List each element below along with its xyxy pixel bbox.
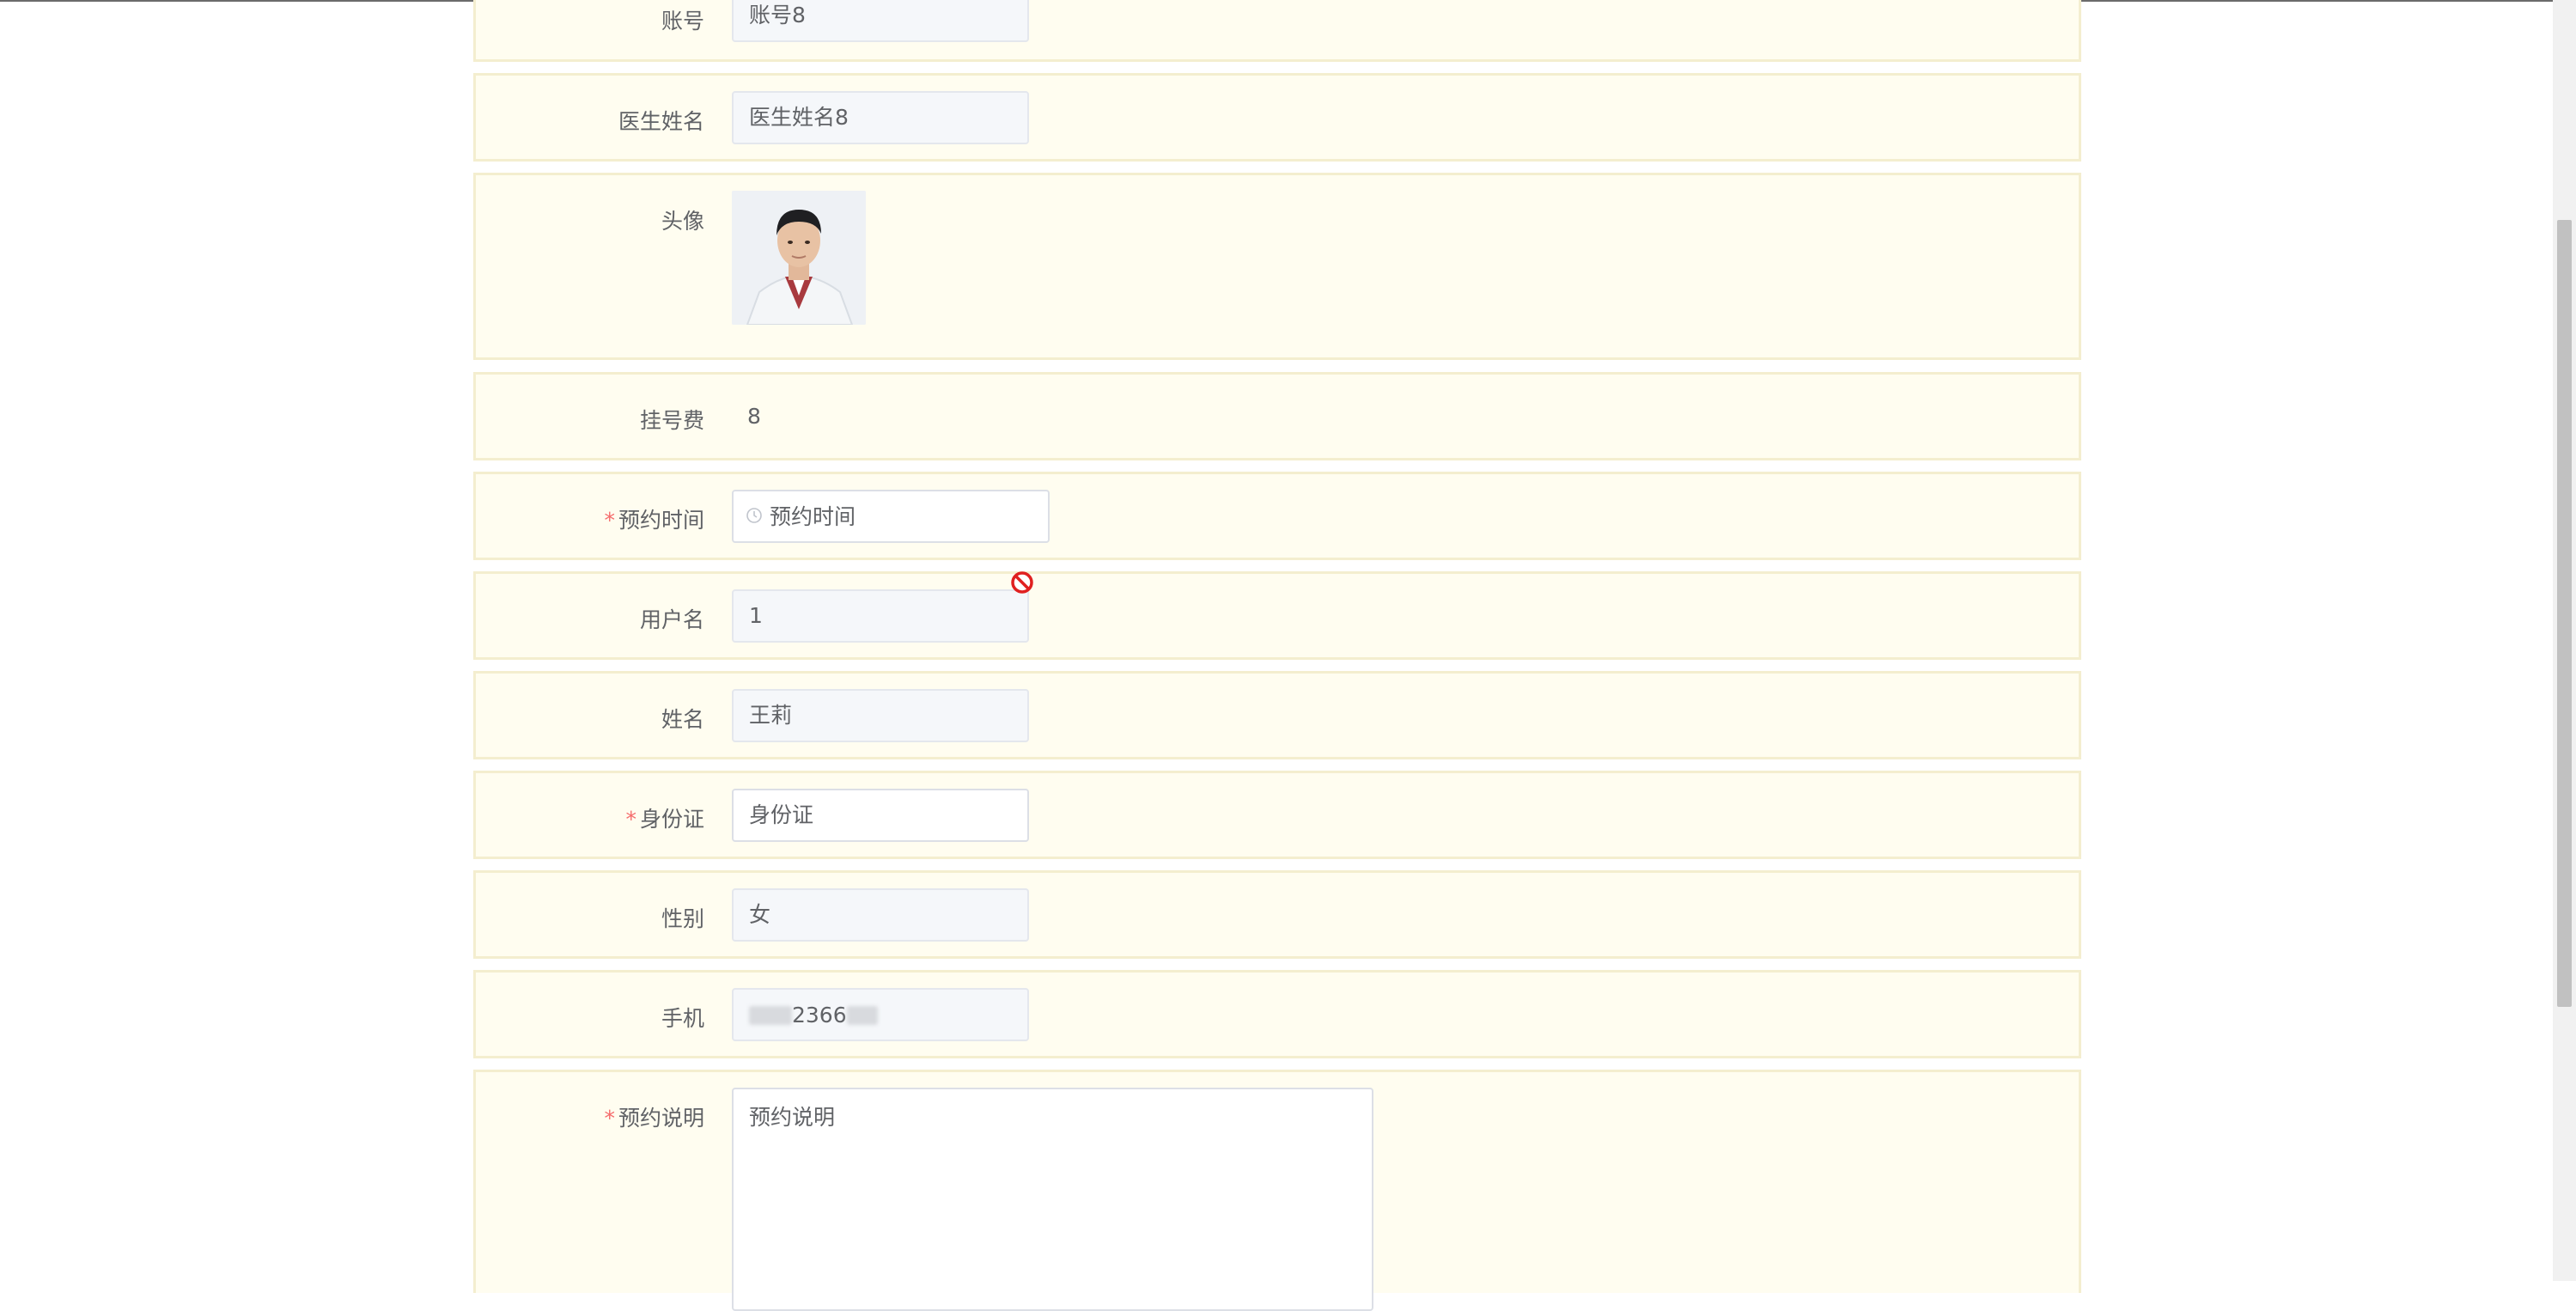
username-field: 1 bbox=[732, 589, 1029, 643]
appointment-note-label-text: 预约说明 bbox=[618, 1106, 704, 1131]
appointment-time-label: * 预约时间 bbox=[604, 503, 704, 534]
id-card-input[interactable]: 身份证 bbox=[732, 789, 1029, 842]
name-label: 姓名 bbox=[661, 707, 704, 732]
appointment-time-picker[interactable]: 预约时间 bbox=[732, 490, 1050, 543]
phone-visible-digits: 2366 bbox=[792, 1003, 847, 1027]
fee-label: 挂号费 bbox=[639, 408, 704, 433]
doctor-avatar-image bbox=[732, 191, 866, 325]
clock-icon bbox=[746, 492, 763, 541]
form-row-gender: 性别 女 bbox=[473, 870, 2081, 959]
required-mark: * bbox=[625, 807, 636, 832]
required-mark: * bbox=[604, 508, 615, 533]
gender-field: 女 bbox=[732, 888, 1029, 942]
form-row-account: 账号 账号8 bbox=[473, 0, 2081, 62]
form-row-fee: 挂号费 8 bbox=[473, 372, 2081, 460]
form-row-doctor-name: 医生姓名 医生姓名8 bbox=[473, 73, 2081, 162]
id-card-label-text: 身份证 bbox=[639, 807, 704, 832]
form-row-name: 姓名 王莉 bbox=[473, 671, 2081, 759]
account-field: 账号8 bbox=[732, 0, 1029, 42]
form-row-id-card: * 身份证 身份证 bbox=[473, 771, 2081, 859]
redacted-mask bbox=[749, 1006, 792, 1025]
avatar-label: 头像 bbox=[661, 209, 704, 234]
appointment-time-placeholder: 预约时间 bbox=[770, 504, 856, 529]
form-row-phone: 手机 2366 bbox=[473, 970, 2081, 1058]
id-card-label: * 身份证 bbox=[625, 802, 704, 833]
vertical-scrollbar[interactable] bbox=[2553, 0, 2576, 1281]
not-allowed-icon bbox=[1010, 570, 1034, 598]
fee-value: 8 bbox=[747, 404, 761, 429]
appointment-note-placeholder: 预约说明 bbox=[749, 1105, 836, 1130]
name-field: 王莉 bbox=[732, 689, 1029, 742]
appointment-note-label: * 预约说明 bbox=[604, 1101, 704, 1132]
required-mark: * bbox=[604, 1106, 615, 1131]
doctor-name-field: 医生姓名8 bbox=[732, 91, 1029, 144]
form-row-avatar: 头像 bbox=[473, 173, 2081, 360]
form-row-username: 用户名 1 bbox=[473, 571, 2081, 660]
account-label: 账号 bbox=[661, 9, 704, 34]
phone-field: 2366 bbox=[732, 988, 1029, 1041]
form-row-appointment-time: * 预约时间 预约时间 bbox=[473, 472, 2081, 560]
appointment-time-label-text: 预约时间 bbox=[618, 508, 704, 533]
doctor-name-label: 医生姓名 bbox=[618, 109, 704, 134]
form-row-appointment-note: * 预约说明 预约说明 bbox=[473, 1070, 2081, 1311]
gender-label: 性别 bbox=[661, 906, 704, 931]
username-label: 用户名 bbox=[639, 607, 704, 632]
phone-label: 手机 bbox=[661, 1006, 704, 1031]
scrollbar-thumb[interactable] bbox=[2557, 220, 2572, 1007]
redacted-mask bbox=[846, 1006, 878, 1025]
appointment-note-textarea[interactable]: 预约说明 bbox=[732, 1088, 1373, 1311]
